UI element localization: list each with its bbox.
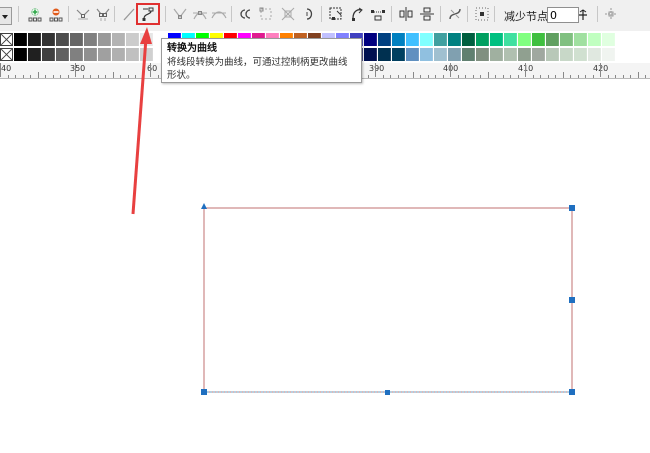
start-node-arrow[interactable] xyxy=(201,203,207,209)
node-handle[interactable] xyxy=(385,390,390,395)
node-handle[interactable] xyxy=(569,205,575,211)
node-handle[interactable] xyxy=(201,389,207,395)
tooltip-body: 将线段转换为曲线，可通过控制柄更改曲线形状。 xyxy=(167,57,348,81)
node-handle[interactable] xyxy=(569,297,575,303)
tooltip-title: 转换为曲线 xyxy=(167,43,217,54)
node-handle[interactable] xyxy=(569,389,575,395)
rectangle-shape[interactable] xyxy=(203,207,573,393)
tooltip: 转换为曲线 将线段转换为曲线，可通过控制柄更改曲线形状。 xyxy=(161,38,362,83)
